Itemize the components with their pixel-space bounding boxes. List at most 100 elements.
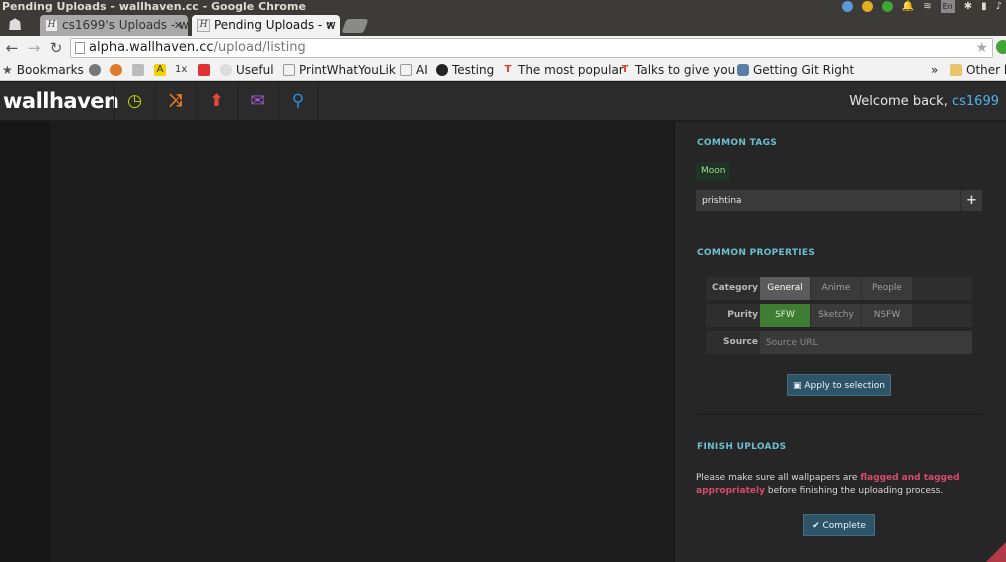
battery-icon[interactable]: ▮ xyxy=(981,0,987,13)
bookmark-git[interactable]: Getting Git Right xyxy=(737,60,854,80)
save-icon: ▣ xyxy=(792,381,802,391)
category-row: Category General Anime People xyxy=(706,277,972,300)
other-bookmarks[interactable]: Other b xyxy=(950,60,1006,80)
source-url-input[interactable] xyxy=(760,331,972,354)
red-app-icon xyxy=(198,64,210,76)
wallhaven-favicon-icon: H xyxy=(45,19,58,32)
volume-icon[interactable]: ♪ xyxy=(996,0,1002,13)
overflow-label: » xyxy=(931,63,939,77)
finish-text-before: Please make sure all wallpapers are xyxy=(696,473,858,483)
address-host: alpha.wallhaven.cc xyxy=(89,40,214,55)
tab-uploads[interactable]: H cs1699's Uploads - w ✕ xyxy=(40,15,188,36)
bookmark-most-popular[interactable]: T The most popular xyxy=(502,60,624,80)
system-tray: 🔔 ≋ En ✱ ▮ ♪ xyxy=(841,0,1006,13)
category-label: Category xyxy=(711,283,758,293)
reddit-icon xyxy=(220,64,232,76)
notification-bell-icon[interactable]: 🔔 xyxy=(902,0,914,13)
bookmark-icon-only[interactable] xyxy=(110,60,122,80)
back-arrow-icon[interactable]: ← xyxy=(2,38,22,58)
corner-ribbon xyxy=(986,542,1006,562)
puzzle-icon xyxy=(132,64,144,76)
forums-chat-icon[interactable]: ✉ xyxy=(237,82,277,121)
wifi-icon[interactable]: ≋ xyxy=(923,0,931,13)
search-icon[interactable]: ⚲ xyxy=(278,82,318,121)
ted-icon: T xyxy=(504,64,512,75)
upload-icon[interactable]: ⬆ xyxy=(196,82,236,121)
lx-icon: 1x xyxy=(175,64,188,75)
tag-chip-moon[interactable]: Moon xyxy=(696,162,731,181)
purity-label: Purity xyxy=(727,310,758,320)
tab-close-icon[interactable]: ✕ xyxy=(326,15,335,36)
ted-icon: T xyxy=(621,64,629,75)
tag-input-row: + xyxy=(696,190,982,211)
bookmark-star-icon[interactable]: ★ xyxy=(975,39,988,57)
dropbox-icon[interactable] xyxy=(841,1,853,12)
bookmark-talks[interactable]: T Talks to give you xyxy=(619,60,736,80)
apply-label: Apply to selection xyxy=(804,381,885,391)
purity-sfw-button[interactable]: SFW xyxy=(760,304,810,327)
github-icon xyxy=(436,64,448,76)
checkmark-icon: ✔ xyxy=(812,521,820,531)
purity-sketchy-button[interactable]: Sketchy xyxy=(811,304,861,327)
reload-icon[interactable]: ↻ xyxy=(46,38,66,58)
extension-icon[interactable] xyxy=(996,40,1006,54)
divider xyxy=(697,414,983,415)
bookmark-icon-only[interactable]: 1x xyxy=(175,60,187,80)
category-anime-button[interactable]: Anime xyxy=(811,277,861,300)
bookmark-icon-only[interactable] xyxy=(132,60,144,80)
address-bar[interactable]: alpha.wallhaven.cc/upload/listing ★ xyxy=(70,38,993,58)
common-tags-heading: COMMON TAGS xyxy=(697,138,778,148)
tab-label: cs1699's Uploads - w xyxy=(62,18,188,32)
bookmark-label: PrintWhatYouLik xyxy=(299,63,396,77)
category-people-button[interactable]: People xyxy=(862,277,912,300)
bookmark-testing[interactable]: Testing xyxy=(436,60,494,80)
common-properties-heading: COMMON PROPERTIES xyxy=(697,248,816,258)
forward-arrow-icon[interactable]: → xyxy=(24,38,44,58)
a-letter-icon: A xyxy=(154,64,166,76)
username-link[interactable]: cs1699 xyxy=(952,94,999,109)
keyboard-layout-indicator[interactable]: En xyxy=(940,0,955,13)
bookmarks-bar: ★ Bookmarks A 1x Useful PrintWhatYouLik … xyxy=(0,60,1006,81)
wallhaven-favicon-icon: H xyxy=(197,19,210,32)
bookmark-useful[interactable]: Useful xyxy=(220,60,274,80)
site-header: wallhaven ◷ ⤨ ⬆ ✉ ⚲ Welcome back, cs1699 xyxy=(0,82,1006,121)
purity-row: Purity SFW Sketchy NSFW xyxy=(706,304,972,327)
tab-pending-uploads[interactable]: H Pending Uploads - w ✕ xyxy=(192,15,340,36)
welcome-message: Welcome back, cs1699 xyxy=(849,82,999,121)
finish-instructions: Please make sure all wallpapers are flag… xyxy=(696,472,976,498)
evernote-icon[interactable] xyxy=(881,1,893,12)
bookmark-bookmarks[interactable]: ★ Bookmarks xyxy=(2,60,84,80)
purity-nsfw-button[interactable]: NSFW xyxy=(862,304,912,327)
window-title-bar: Pending Uploads - wallhaven.cc - Google … xyxy=(0,0,1006,13)
bookmark-icon-only[interactable] xyxy=(198,60,210,80)
source-row: Source xyxy=(706,331,972,354)
apply-to-selection-button[interactable]: ▣ Apply to selection xyxy=(787,374,891,396)
new-tab-button[interactable] xyxy=(341,19,369,33)
bookmark-label: Getting Git Right xyxy=(753,63,855,77)
source-label: Source xyxy=(723,337,758,347)
database-icon xyxy=(737,64,749,76)
complete-button[interactable]: ✔ Complete xyxy=(803,514,875,536)
chrome-tray-icon[interactable] xyxy=(861,1,873,12)
site-logo[interactable]: wallhaven xyxy=(3,82,119,121)
left-gutter xyxy=(0,122,50,562)
add-tag-button[interactable]: + xyxy=(960,190,982,211)
category-general-button[interactable]: General xyxy=(760,277,810,300)
bookmark-label: Bookmarks xyxy=(16,63,84,77)
window-title: Pending Uploads - wallhaven.cc - Google … xyxy=(2,0,306,13)
random-shuffle-icon[interactable]: ⤨ xyxy=(155,82,195,121)
bookmarks-overflow-button[interactable]: » xyxy=(931,60,938,80)
bookmark-icon-only[interactable] xyxy=(89,60,101,80)
tag-input[interactable] xyxy=(696,190,960,211)
bookmark-label: Talks to give you xyxy=(635,63,736,77)
bookmark-ai[interactable]: AI xyxy=(400,60,428,80)
folder-icon xyxy=(950,64,962,76)
bookmark-icon-only[interactable]: A xyxy=(154,60,166,80)
latest-clock-icon[interactable]: ◷ xyxy=(114,82,154,121)
bookmark-label: The most popular xyxy=(518,63,624,77)
bookmark-printwhatyoulike[interactable]: PrintWhatYouLik xyxy=(283,60,396,80)
bluetooth-icon[interactable]: ✱ xyxy=(964,0,972,13)
chrome-incognito-icon: ☗ xyxy=(7,15,23,34)
tab-close-icon[interactable]: ✕ xyxy=(174,15,183,36)
finish-uploads-heading: FINISH UPLOADS xyxy=(697,442,787,452)
